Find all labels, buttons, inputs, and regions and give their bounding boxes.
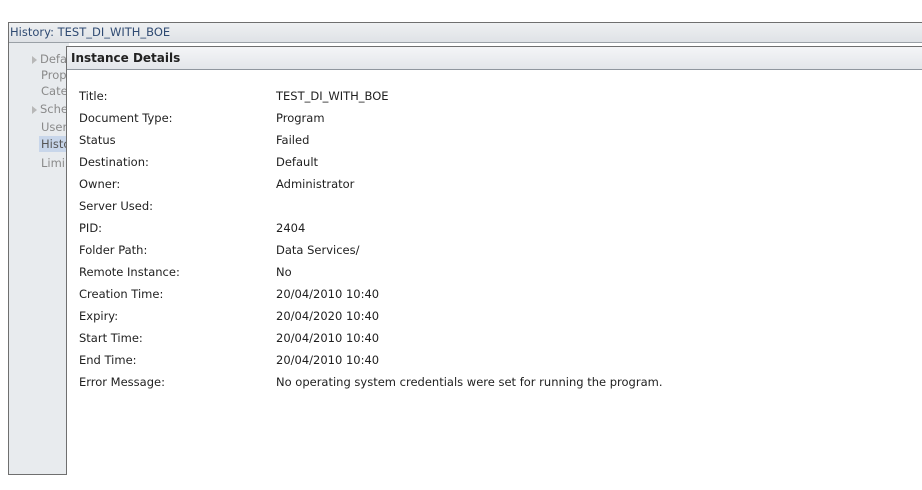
detail-label: Status xyxy=(79,133,116,147)
sidebar-item-label: Cate xyxy=(41,84,68,98)
sidebar-item-history[interactable]: Histo xyxy=(39,136,69,152)
detail-value: Administrator xyxy=(276,177,355,191)
detail-label: End Time: xyxy=(79,353,137,367)
instance-details-dialog: Instance Details Title: TEST_DI_WITH_BOE… xyxy=(66,46,922,475)
detail-value: No xyxy=(276,265,292,279)
detail-value: Default xyxy=(276,155,319,169)
detail-value: 20/04/2020 10:40 xyxy=(276,309,380,323)
sidebar-item-label: Histo xyxy=(41,137,69,151)
detail-value: 2404 xyxy=(276,221,306,235)
dialog-title: Instance Details xyxy=(67,47,922,70)
sidebar-item-label: Limi xyxy=(41,156,65,170)
detail-label: Document Type: xyxy=(79,111,173,125)
sidebar-item-label: Defa xyxy=(40,52,68,66)
detail-value: No operating system credentials were set… xyxy=(276,375,663,389)
expand-arrow-icon[interactable] xyxy=(32,56,37,64)
sidebar: Defa Prop Cate Sche User Histo Limi xyxy=(9,43,69,474)
detail-value: 20/04/2010 10:40 xyxy=(276,287,380,301)
sidebar-item-user-security[interactable]: User xyxy=(41,119,67,135)
detail-label: PID: xyxy=(79,221,103,235)
detail-label: Owner: xyxy=(79,177,121,191)
window-title: History: TEST_DI_WITH_BOE xyxy=(9,23,922,43)
detail-label: Title: xyxy=(79,89,108,103)
detail-value: Data Services/ xyxy=(276,243,360,257)
detail-value: 20/04/2010 10:40 xyxy=(276,353,380,367)
detail-value: Failed xyxy=(276,133,310,147)
detail-label: Start Time: xyxy=(79,331,143,345)
sidebar-item-properties[interactable]: Prop xyxy=(41,67,67,83)
sidebar-item-schedule[interactable]: Sche xyxy=(32,101,68,117)
sidebar-item-default[interactable]: Defa xyxy=(32,51,67,67)
sidebar-item-label: Prop xyxy=(41,68,67,82)
sidebar-item-label: User xyxy=(41,120,68,134)
sidebar-item-categories[interactable]: Cate xyxy=(41,83,68,99)
detail-value: TEST_DI_WITH_BOE xyxy=(276,89,389,103)
detail-label: Error Message: xyxy=(79,375,165,389)
detail-label: Server Used: xyxy=(79,199,154,213)
detail-label: Folder Path: xyxy=(79,243,148,257)
expand-arrow-icon[interactable] xyxy=(32,106,37,114)
detail-label: Creation Time: xyxy=(79,287,164,301)
detail-label: Expiry: xyxy=(79,309,119,323)
detail-label: Remote Instance: xyxy=(79,265,180,279)
detail-label: Destination: xyxy=(79,155,149,169)
detail-value: Program xyxy=(276,111,325,125)
sidebar-item-limits[interactable]: Limi xyxy=(41,155,65,171)
sidebar-item-label: Sche xyxy=(40,102,68,116)
detail-value: 20/04/2010 10:40 xyxy=(276,331,380,345)
